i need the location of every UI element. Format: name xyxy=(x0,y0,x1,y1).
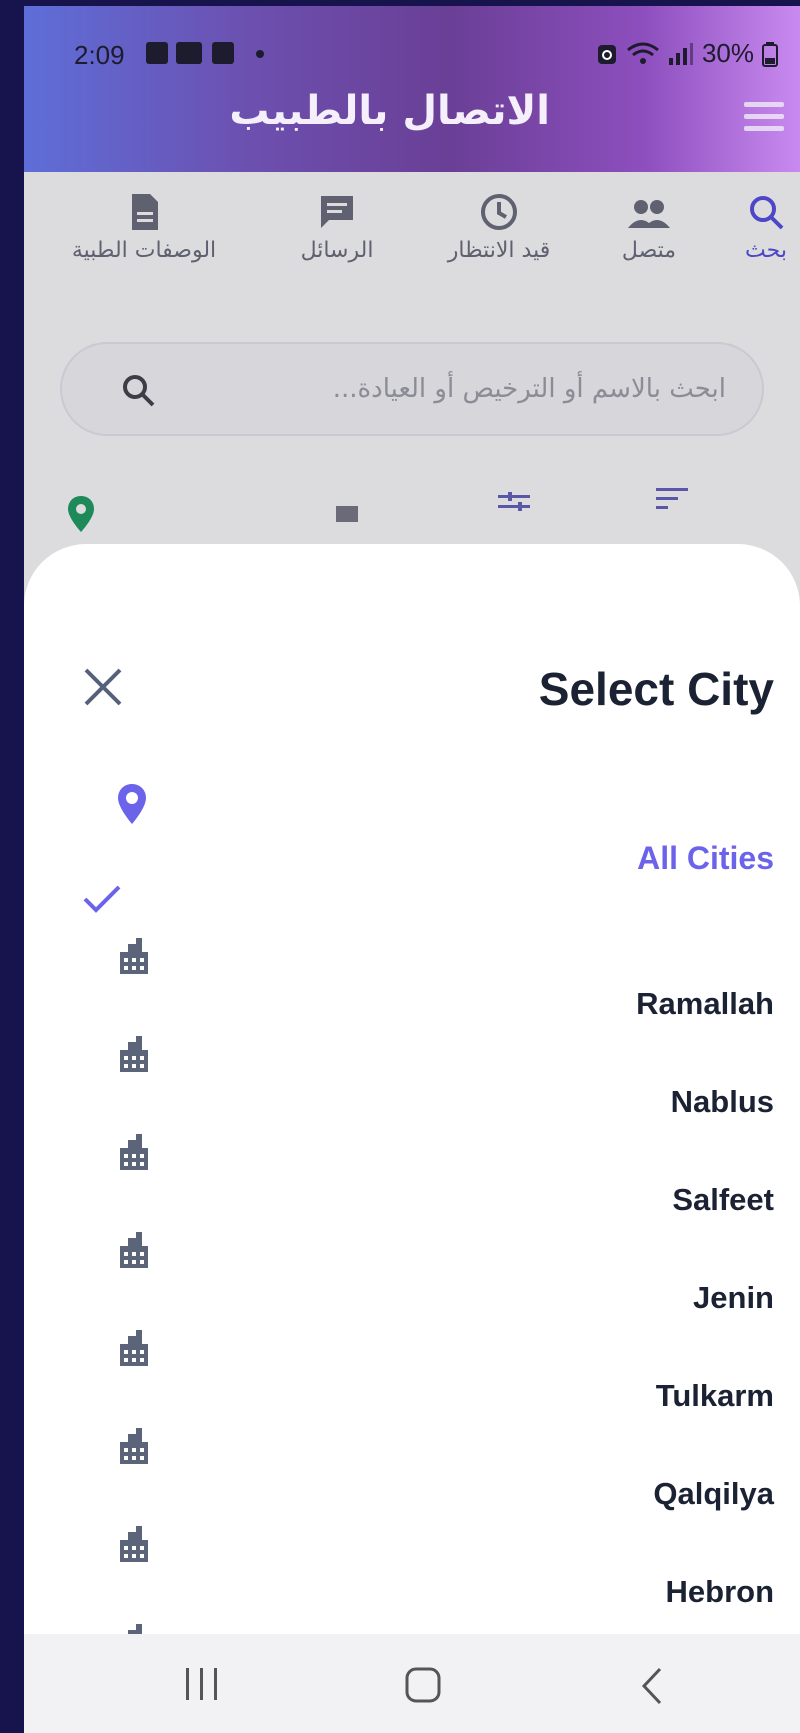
screen-notification-icon xyxy=(176,42,202,64)
location-pin-icon xyxy=(118,784,146,824)
document-icon xyxy=(132,194,158,230)
status-time: 2:09 xyxy=(74,40,125,70)
system-nav-bar xyxy=(24,1634,800,1733)
list-item[interactable]: Ramallah xyxy=(24,936,800,1034)
tab-search[interactable]: بحث xyxy=(736,192,796,263)
city-name: Salfeet xyxy=(672,1182,774,1217)
tab-bar: بحث متصل قيد الانتظار الرسائل الوصفات ال… xyxy=(24,192,800,292)
city-name: Qalqilya xyxy=(653,1476,774,1511)
city-icon xyxy=(120,1330,148,1366)
battery-percent: 30% xyxy=(701,38,754,68)
wifi-icon xyxy=(627,42,659,64)
people-icon xyxy=(628,200,670,228)
signal-icon xyxy=(668,42,693,65)
top-bar: 2:09 30% الاتصال بالطبيب xyxy=(24,6,800,172)
list-item[interactable]: Nablus xyxy=(24,1034,800,1132)
city-icon xyxy=(120,938,148,974)
check-notification-icon xyxy=(212,42,234,64)
tab-label: قيد الانتظار xyxy=(447,238,551,263)
tab-label: الوصفات الطبية xyxy=(71,238,217,263)
search-icon xyxy=(123,375,155,407)
tab-prescriptions[interactable]: الوصفات الطبية xyxy=(54,192,234,263)
video-icon[interactable] xyxy=(336,504,366,524)
sheet-title: Select City xyxy=(538,663,774,715)
status-indicators: 30% xyxy=(596,38,778,69)
list-item[interactable]: Qalqilya xyxy=(24,1426,800,1524)
back-icon[interactable] xyxy=(638,1666,666,1706)
home-icon[interactable] xyxy=(404,1666,442,1704)
search-input[interactable]: ابحث بالاسم أو الترخيص أو العيادة... xyxy=(60,342,764,436)
more-notifications-dot xyxy=(256,50,264,58)
city-name: Hebron xyxy=(665,1574,775,1609)
city-icon xyxy=(128,1624,142,1634)
location-pin-icon[interactable] xyxy=(66,494,96,534)
list-item-partial[interactable] xyxy=(24,1622,800,1634)
city-select-sheet: Select City All Cities Ramallah Nablus S… xyxy=(24,544,800,1644)
search-icon xyxy=(750,196,784,230)
app-header: الاتصال بالطبيب xyxy=(24,78,800,172)
sync-icon xyxy=(597,44,616,64)
city-name: Ramallah xyxy=(636,986,774,1021)
list-item[interactable]: Salfeet xyxy=(24,1132,800,1230)
menu-icon[interactable] xyxy=(744,102,784,132)
message-icon xyxy=(321,196,353,228)
search-placeholder: ابحث بالاسم أو الترخيص أو العيادة... xyxy=(332,374,726,404)
city-name: Jenin xyxy=(693,1280,774,1315)
phone-screen: 2:09 30% الاتصال بالطبيب بحث متصل قيد ال… xyxy=(24,6,800,1733)
city-icon xyxy=(120,1036,148,1072)
list-item[interactable]: Tulkarm xyxy=(24,1328,800,1426)
city-icon xyxy=(120,1134,148,1170)
city-icon xyxy=(120,1428,148,1464)
sort-icon[interactable] xyxy=(656,488,688,510)
city-name: Nablus xyxy=(670,1084,774,1119)
tab-pending[interactable]: قيد الانتظار xyxy=(424,192,574,263)
gallery-notification-icon xyxy=(146,42,168,64)
city-name: Tulkarm xyxy=(655,1378,774,1413)
city-icon xyxy=(120,1526,148,1562)
city-icon xyxy=(120,1232,148,1268)
tab-messages[interactable]: الرسائل xyxy=(282,192,392,263)
battery-icon xyxy=(762,41,778,67)
filter-icon[interactable] xyxy=(498,492,530,512)
tab-label: الرسائل xyxy=(300,238,374,263)
page-title: الاتصال بالطبيب xyxy=(229,88,550,134)
close-icon[interactable] xyxy=(80,664,126,710)
all-cities-label: All Cities xyxy=(637,840,774,876)
checkmark-icon xyxy=(83,885,121,913)
clock-icon xyxy=(481,194,517,230)
tab-label: بحث xyxy=(745,238,787,263)
list-item[interactable]: Hebron xyxy=(24,1524,800,1622)
status-bar: 2:09 30% xyxy=(24,6,800,78)
list-item[interactable]: Jenin xyxy=(24,1230,800,1328)
tab-connected[interactable]: متصل xyxy=(604,192,694,263)
tab-label: متصل xyxy=(621,238,677,263)
recent-apps-icon[interactable] xyxy=(182,1666,222,1702)
